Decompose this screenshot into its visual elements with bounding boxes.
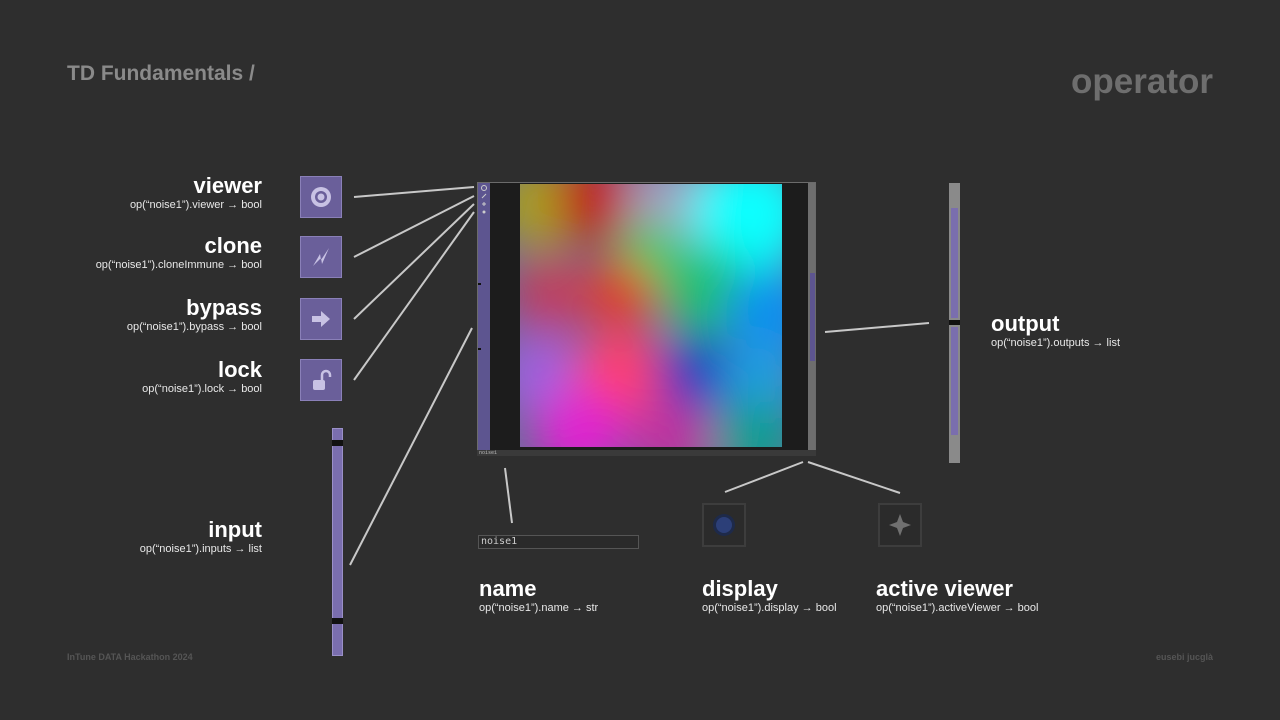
viewer-icon	[311, 187, 331, 207]
name-title: name	[479, 576, 537, 601]
name-field[interactable]: noise1	[478, 535, 639, 549]
name-code: op(“noise1”).name → str	[479, 602, 599, 614]
bypass-code: op(“noise1”).bypass → bool	[126, 321, 262, 333]
input-code: op(“noise1”).inputs → list	[139, 543, 262, 555]
active-viewer-title: active viewer	[876, 576, 1013, 601]
input-connector-bar[interactable]	[332, 428, 343, 656]
lock-flag-button[interactable]	[300, 359, 342, 401]
footer-author: eusebi jucglà	[1155, 652, 1213, 662]
node-input-strip[interactable]	[478, 183, 490, 450]
node-output-strip[interactable]	[808, 183, 815, 450]
output-title: output	[991, 311, 1060, 336]
viewer-label: viewer op(“noise1”).viewer → bool	[12, 174, 262, 212]
clone-flag-button[interactable]	[300, 236, 342, 278]
input-connector	[349, 327, 473, 566]
display-code: op(“noise1”).display → bool	[702, 602, 837, 614]
input-strip-mark	[478, 348, 481, 350]
clone-icon	[313, 248, 329, 266]
input-bar-notch	[332, 618, 343, 624]
clone-label: clone op(“noise1”).cloneImmune → bool	[12, 234, 262, 272]
output-connector-bar[interactable]	[949, 183, 960, 463]
bypass-flag-button[interactable]	[300, 298, 342, 340]
output-code: op(“noise1”).outputs → list	[991, 337, 1120, 349]
display-flag-button[interactable]	[702, 503, 746, 547]
node-name-strip: noise1	[477, 450, 816, 456]
input-label: input op(“noise1”).inputs → list	[12, 518, 262, 556]
bypass-title: bypass	[186, 295, 262, 320]
viewer-flag-button[interactable]	[300, 176, 342, 218]
active-viewer-connector	[807, 461, 901, 494]
input-strip-mark	[478, 283, 481, 285]
name-connector	[504, 467, 513, 524]
viewer-code: op(“noise1”).viewer → bool	[129, 199, 262, 211]
output-bar-notch	[949, 320, 960, 325]
noise-preview	[520, 184, 782, 447]
bypass-icon	[312, 311, 330, 327]
active-viewer-icon	[889, 514, 911, 536]
clone-code: op(“noise1”).cloneImmune → bool	[95, 259, 262, 271]
output-connector	[824, 322, 930, 333]
lock-title: lock	[217, 357, 262, 382]
output-bar-lower	[951, 327, 958, 435]
lock-label: lock op(“noise1”).lock → bool	[12, 358, 262, 396]
active-viewer-label: active viewer op(“noise1”).activeViewer …	[876, 577, 1038, 615]
display-icon	[713, 514, 735, 536]
node-flag-icons	[481, 185, 487, 214]
active-viewer-code: op(“noise1”).activeViewer → bool	[876, 602, 1039, 614]
output-bar-upper	[951, 208, 958, 318]
display-label: display op(“noise1”).display → bool	[702, 577, 837, 615]
display-connector	[724, 461, 804, 493]
lock-code: op(“noise1”).lock → bool	[142, 383, 262, 395]
viewer-title: viewer	[193, 173, 263, 198]
node-output-connector	[810, 273, 815, 361]
clone-title: clone	[204, 233, 262, 258]
output-label: output op(“noise1”).outputs → list	[991, 312, 1120, 350]
input-title: input	[208, 517, 262, 542]
active-viewer-flag-button[interactable]	[878, 503, 922, 547]
input-bar-notch	[332, 440, 343, 446]
footer-event: InTune DATA Hackathon 2024	[67, 652, 193, 662]
bypass-connector	[353, 203, 475, 320]
lock-icon	[313, 369, 332, 390]
bypass-label: bypass op(“noise1”).bypass → bool	[12, 296, 262, 334]
lock-connector	[353, 211, 475, 381]
viewer-connector	[353, 186, 475, 198]
noise-image	[520, 184, 782, 447]
display-title: display	[702, 576, 778, 601]
name-label: name op(“noise1”).name → str	[479, 577, 598, 615]
clone-connector	[353, 195, 475, 258]
